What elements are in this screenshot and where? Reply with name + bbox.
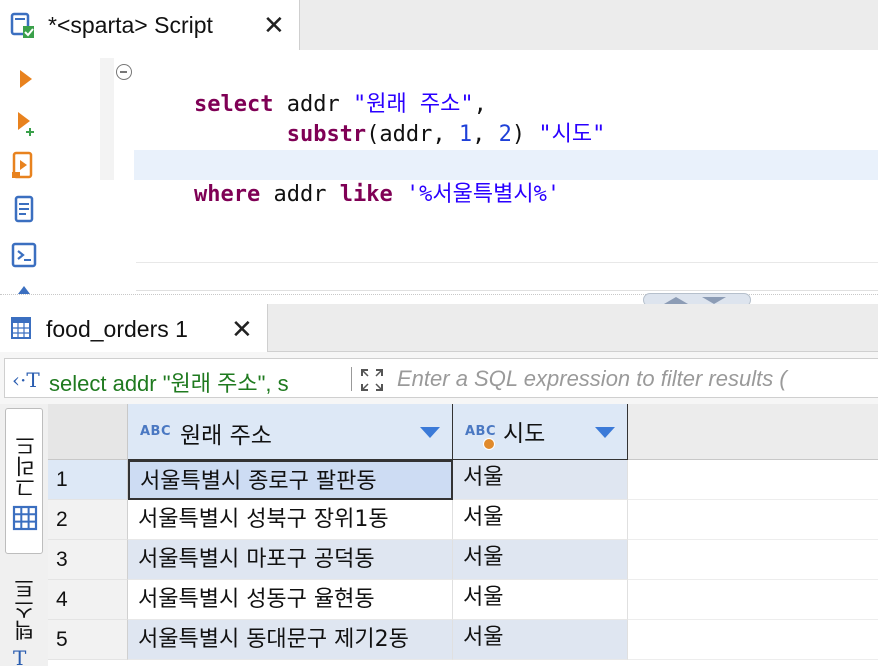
- restore-down-icon[interactable]: [702, 297, 726, 304]
- cell-sido[interactable]: 서울: [453, 460, 628, 500]
- row-empty-area: [628, 580, 878, 620]
- tab-grid-view[interactable]: 그리드: [5, 408, 43, 554]
- editor-tab-title: *<sparta> Script: [48, 12, 213, 38]
- row-number[interactable]: 4: [48, 580, 128, 620]
- editor-gutter: [100, 58, 114, 180]
- editor-tab-bar: *<sparta> Script ✕: [0, 0, 878, 50]
- tab-text-view[interactable]: 텍스트 T: [5, 574, 43, 670]
- keyword-where: where: [193, 182, 261, 207]
- play-icon[interactable]: [10, 64, 38, 94]
- more-tools-icon[interactable]: [10, 282, 38, 294]
- keyword-like: like: [339, 182, 393, 207]
- cell-addr[interactable]: 서울특별시 종로구 팔판동: [128, 460, 453, 500]
- table-row[interactable]: 2 서울특별시 성북구 장위1동 서울: [48, 500, 878, 540]
- string-literal: '%서울특별시%': [405, 182, 561, 207]
- results-tab-bar: food_orders 1 ✕: [0, 304, 878, 352]
- chevron-down-icon[interactable]: [420, 427, 440, 438]
- document-icon[interactable]: [10, 194, 38, 224]
- fold-collapse-icon[interactable]: [116, 64, 132, 80]
- editor-tab-script[interactable]: *<sparta> Script ✕: [0, 0, 300, 50]
- cell-addr[interactable]: 서울특별시 마포구 공덕동: [128, 540, 453, 580]
- cell-sido[interactable]: 서울: [453, 500, 628, 540]
- cell-sido[interactable]: 서울: [453, 620, 628, 660]
- row-empty-area: [628, 460, 878, 500]
- editor-divider: [136, 290, 878, 291]
- row-empty-area: [628, 500, 878, 540]
- table-icon: [11, 317, 31, 339]
- string-literal: "시도": [538, 122, 606, 147]
- column-header-label: 원래 주소: [180, 423, 272, 449]
- text-t-icon: T: [13, 646, 27, 670]
- row-number[interactable]: 5: [48, 620, 128, 660]
- cell-addr[interactable]: 서울특별시 성동구 율현동: [128, 580, 453, 620]
- filter-placeholder: Enter a SQL expression to filter results…: [397, 366, 787, 391]
- tab-text-label: 텍스트: [13, 578, 37, 641]
- filter-input[interactable]: ‹·T select addr "원래 주소", s Enter a SQL e…: [4, 358, 878, 398]
- column-header-sido[interactable]: ABC 시도: [453, 404, 628, 460]
- code-line-1[interactable]: select addr "원래 주소",: [141, 60, 487, 117]
- cell-addr[interactable]: 서울특별시 성북구 장위1동: [128, 500, 453, 540]
- grid-icon: [12, 505, 38, 531]
- results-view-switcher: 그리드 텍스트 T: [0, 404, 48, 670]
- sql-script-icon: [10, 12, 34, 38]
- row-number-header[interactable]: [48, 404, 128, 460]
- calculated-column-icon: [483, 438, 495, 450]
- row-number[interactable]: 1: [48, 460, 128, 500]
- table-row[interactable]: 5 서울특별시 동대문구 제기2동 서울: [48, 620, 878, 660]
- header-empty-area: [628, 404, 878, 460]
- table-row[interactable]: 1 서울특별시 종로구 팔판동 서울: [48, 460, 878, 500]
- table-row[interactable]: 3 서울특별시 마포구 공덕동 서울: [48, 540, 878, 580]
- code-line-2[interactable]: substr(addr, 1, 2) "시도": [141, 90, 606, 147]
- cell-sido[interactable]: 서울: [453, 540, 628, 580]
- text-type-icon: ABC: [140, 424, 172, 439]
- expand-icon[interactable]: [359, 367, 385, 393]
- code-line-4[interactable]: where addr like '%서울특별시%': [134, 150, 878, 207]
- chevron-down-icon[interactable]: [595, 427, 615, 438]
- close-icon[interactable]: ✕: [263, 10, 285, 41]
- play-plus-icon[interactable]: [10, 108, 38, 138]
- results-tab-food-orders[interactable]: food_orders 1 ✕: [0, 304, 268, 352]
- number-literal: 1: [458, 122, 473, 147]
- panel-splitter[interactable]: [0, 293, 878, 307]
- grid-header: ABC 원래 주소 ABC 시도: [48, 404, 878, 460]
- editor-side-toolbar: [0, 50, 46, 294]
- filter-bar: ‹·T select addr "원래 주소", s Enter a SQL e…: [0, 352, 878, 404]
- sql-text-icon: ‹·T: [12, 368, 40, 392]
- filter-query-text: select addr "원래 주소", s: [49, 371, 289, 396]
- script-run-icon[interactable]: [10, 150, 38, 180]
- number-literal: 2: [498, 122, 512, 147]
- cell-sido[interactable]: 서울: [453, 580, 628, 620]
- close-icon[interactable]: ✕: [231, 314, 253, 345]
- cell-addr[interactable]: 서울특별시 동대문구 제기2동: [128, 620, 453, 660]
- filter-separator: [351, 367, 352, 391]
- row-empty-area: [628, 620, 878, 660]
- text-type-icon: ABC: [465, 424, 497, 439]
- terminal-icon[interactable]: [10, 240, 38, 270]
- maximize-up-icon[interactable]: [664, 297, 688, 304]
- code-text: ): [511, 122, 539, 147]
- sql-editor[interactable]: select addr "원래 주소", substr(addr, 1, 2) …: [46, 50, 878, 294]
- results-grid[interactable]: ABC 원래 주소 ABC 시도 1 서울특별시 종로구 팔판동 서울 2 서울…: [48, 404, 878, 666]
- row-empty-area: [628, 540, 878, 580]
- row-number[interactable]: 2: [48, 500, 128, 540]
- row-number[interactable]: 3: [48, 540, 128, 580]
- results-tab-title: food_orders 1: [46, 316, 188, 342]
- column-header-label: 시도: [503, 421, 546, 447]
- tab-grid-label: 그리드: [14, 435, 38, 498]
- code-text: addr: [260, 182, 340, 207]
- table-row[interactable]: 4 서울특별시 성동구 율현동 서울: [48, 580, 878, 620]
- code-line-3[interactable]: from food_orders: [141, 120, 406, 177]
- column-header-addr[interactable]: ABC 원래 주소: [128, 404, 453, 460]
- code-text: ,: [472, 122, 499, 147]
- editor-divider: [136, 262, 878, 263]
